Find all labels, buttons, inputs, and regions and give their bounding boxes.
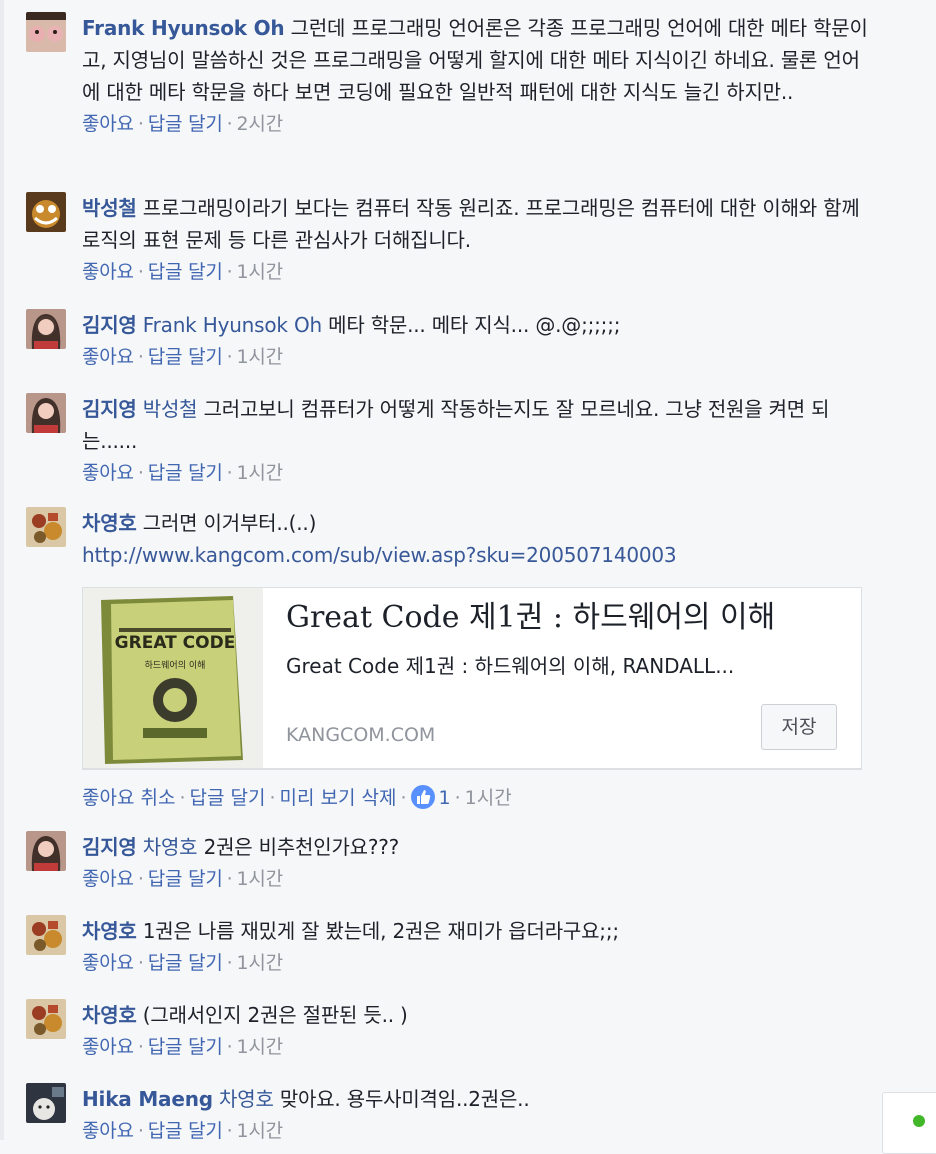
save-button[interactable]: 저장 xyxy=(761,704,837,750)
comment-actions: 좋아요 취소 · 답글 달기 · 미리 보기 삭제 · 1 · 1시간 xyxy=(82,785,512,809)
comment-text: Frank Hyunsok Oh 그런데 프로그래밍 언어론은 각종 프로그래밍… xyxy=(82,12,872,108)
card-title[interactable]: Great Code 제1권 : 하드웨어의 이해 xyxy=(286,598,775,638)
thumbs-up-icon[interactable] xyxy=(410,785,435,809)
avatar[interactable] xyxy=(26,192,66,232)
comment-author[interactable]: Hika Maeng xyxy=(82,1087,213,1111)
avatar[interactable] xyxy=(26,999,66,1039)
avatar[interactable] xyxy=(26,12,66,52)
avatar[interactable] xyxy=(26,831,66,871)
comment-text: 차영호 (그래서인지 2권은 절판된 듯.. ) xyxy=(82,999,872,1031)
comment-author[interactable]: 김지영 xyxy=(82,397,137,421)
reply-link[interactable]: 답글 달기 xyxy=(148,113,223,135)
avatar[interactable] xyxy=(26,507,66,547)
card-domain: KANGCOM.COM xyxy=(286,724,436,746)
comment-message: 맞아요. 용두사미격임..2권은.. xyxy=(279,1087,530,1111)
timestamp[interactable]: 1시간 xyxy=(465,787,512,809)
comment-author[interactable]: 김지영 xyxy=(82,835,137,859)
comment-author[interactable]: 차영호 xyxy=(82,1003,137,1027)
like-link[interactable]: 좋아요 xyxy=(82,261,134,283)
comment-message: 프로그래밍이라기 보다는 컴퓨터 작동 원리죠. 프로그래밍은 컴퓨터에 대한 … xyxy=(82,196,860,252)
reply-link[interactable]: 답글 달기 xyxy=(148,1036,223,1058)
comment-author[interactable]: 박성철 xyxy=(82,196,137,220)
comment-actions: 좋아요 · 답글 달기 · 1시간 xyxy=(82,261,284,283)
mention-tag[interactable]: 차영호 xyxy=(219,1087,274,1111)
comment-text: 차영호 그러면 이거부터..(..) xyxy=(82,507,872,539)
avatar[interactable] xyxy=(26,915,66,955)
comment-actions: 좋아요 · 답글 달기 · 1시간 xyxy=(82,346,284,368)
comment-text: Hika Maeng 차영호 맞아요. 용두사미격임..2권은.. xyxy=(82,1083,872,1115)
chat-presence-box[interactable] xyxy=(882,1092,936,1154)
comment-author[interactable]: 차영호 xyxy=(82,919,137,943)
like-count[interactable]: 1 xyxy=(435,787,451,809)
left-rail xyxy=(0,0,4,1140)
like-link[interactable]: 좋아요 xyxy=(82,952,134,974)
like-link[interactable]: 좋아요 xyxy=(82,1036,134,1058)
like-link[interactable]: 좋아요 xyxy=(82,1120,134,1142)
timestamp[interactable]: 1시간 xyxy=(237,868,284,890)
comment-actions: 좋아요 · 답글 달기 · 1시간 xyxy=(82,1120,284,1142)
timestamp[interactable]: 1시간 xyxy=(237,1120,284,1142)
comment-message: 2권은 비추천인가요??? xyxy=(203,835,400,859)
reply-link[interactable]: 답글 달기 xyxy=(190,787,266,809)
comment-text: 김지영 박성철 그러고보니 컴퓨터가 어떻게 작동하는지도 잘 모르네요. 그냥… xyxy=(82,393,872,457)
mention-tag[interactable]: 박성철 xyxy=(143,397,198,421)
cover-subtitle: 하드웨어의 이해 xyxy=(145,659,206,671)
timestamp[interactable]: 1시간 xyxy=(237,462,284,484)
avatar[interactable] xyxy=(26,309,66,349)
like-link[interactable]: 좋아요 xyxy=(82,462,134,484)
mention-tag[interactable]: Frank Hyunsok Oh xyxy=(143,313,322,337)
comment-message: 1권은 나름 재밌게 잘 봤는데, 2권은 재미가 읍더라구요;;; xyxy=(142,919,619,943)
reply-link[interactable]: 답글 달기 xyxy=(148,868,223,890)
comment-message: 그러면 이거부터..(..) xyxy=(142,511,317,535)
card-description: Great Code 제1권 : 하드웨어의 이해, RANDALL... xyxy=(286,654,735,678)
timestamp[interactable]: 1시간 xyxy=(237,952,284,974)
avatar[interactable] xyxy=(26,1083,66,1123)
comment-author[interactable]: 김지영 xyxy=(82,313,137,337)
comment-text: 김지영 차영호 2권은 비추천인가요??? xyxy=(82,831,872,863)
avatar[interactable] xyxy=(26,393,66,433)
like-link[interactable]: 좋아요 xyxy=(82,868,134,890)
comment-actions: 좋아요 · 답글 달기 · 1시간 xyxy=(82,868,284,890)
like-link[interactable]: 좋아요 xyxy=(82,113,134,135)
remove-preview-link[interactable]: 미리 보기 삭제 xyxy=(280,787,397,809)
book-cover-image[interactable]: GREAT CODE 하드웨어의 이해 xyxy=(83,588,263,768)
comment-text: 김지영 Frank Hyunsok Oh 메타 학문... 메타 지식... @… xyxy=(82,309,872,341)
comment-message: 메타 학문... 메타 지식... @.@;;;;;; xyxy=(328,313,621,337)
comment-actions: 좋아요 · 답글 달기 · 2시간 xyxy=(82,113,284,135)
online-dot-icon xyxy=(913,1115,925,1127)
reply-link[interactable]: 답글 달기 xyxy=(148,346,223,368)
comment-author[interactable]: 차영호 xyxy=(82,511,137,535)
comment-author[interactable]: Frank Hyunsok Oh xyxy=(82,16,285,40)
timestamp[interactable]: 1시간 xyxy=(237,261,284,283)
mention-tag[interactable]: 차영호 xyxy=(143,835,198,859)
timestamp[interactable]: 1시간 xyxy=(237,1036,284,1058)
comment-text: 차영호 1권은 나름 재밌게 잘 봤는데, 2권은 재미가 읍더라구요;;; xyxy=(82,915,872,947)
comment-message: (그래서인지 2권은 절판된 듯.. ) xyxy=(142,1003,408,1027)
like-link[interactable]: 좋아요 xyxy=(82,346,134,368)
comment-actions: 좋아요 · 답글 달기 · 1시간 xyxy=(82,952,284,974)
timestamp[interactable]: 1시간 xyxy=(237,346,284,368)
comment-text: 박성철 프로그래밍이라기 보다는 컴퓨터 작동 원리죠. 프로그래밍은 컴퓨터에… xyxy=(82,192,872,256)
reply-link[interactable]: 답글 달기 xyxy=(148,1120,223,1142)
reply-link[interactable]: 답글 달기 xyxy=(148,261,223,283)
comment-actions: 좋아요 · 답글 달기 · 1시간 xyxy=(82,462,284,484)
unlike-link[interactable]: 좋아요 취소 xyxy=(82,787,175,809)
shared-link[interactable]: http://www.kangcom.com/sub/view.asp?sku=… xyxy=(82,539,872,571)
comment-actions: 좋아요 · 답글 달기 · 1시간 xyxy=(82,1036,284,1058)
reply-link[interactable]: 답글 달기 xyxy=(148,462,223,484)
timestamp[interactable]: 2시간 xyxy=(237,113,284,135)
reply-link[interactable]: 답글 달기 xyxy=(148,952,223,974)
link-preview-card[interactable]: GREAT CODE 하드웨어의 이해 Great Code 제1권 : 하드웨… xyxy=(82,587,862,770)
cover-title: GREAT CODE xyxy=(115,633,236,653)
